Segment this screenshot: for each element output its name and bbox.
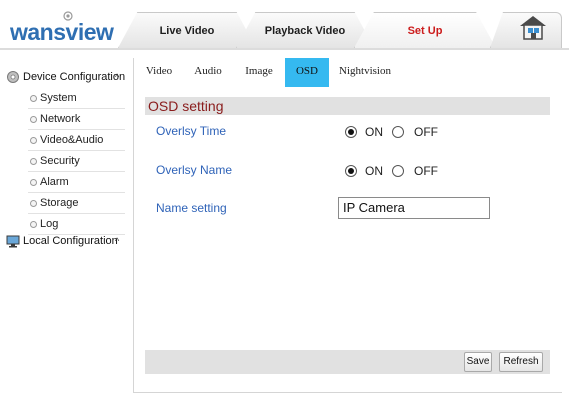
sidebar-item-storage[interactable]: Storage — [28, 193, 125, 214]
subtab-audio[interactable]: Audio — [188, 58, 228, 87]
sidebar-item-network[interactable]: Network — [28, 109, 125, 130]
bullet-icon — [30, 179, 37, 186]
sidebar-item-alarm[interactable]: Alarm — [28, 172, 125, 193]
bullet-icon — [30, 158, 37, 165]
sidebar: Device Configuration ^ System Network Vi… — [0, 60, 134, 401]
caret-up-icon[interactable]: ^ — [115, 230, 119, 252]
sidebar-item-label: Storage — [40, 197, 79, 209]
sidebar-group-label: Device Configuration — [23, 71, 126, 83]
overlay-time-label: Overlsy Time — [156, 124, 227, 138]
wansview-logo: wansview — [10, 9, 116, 45]
sidebar-item-label: Security — [40, 155, 80, 167]
home-icon[interactable] — [518, 13, 548, 41]
gear-icon — [6, 70, 20, 84]
bullet-icon — [30, 116, 37, 123]
subtab-nightvision[interactable]: Nightvision — [336, 58, 394, 87]
sidebar-item-system[interactable]: System — [28, 88, 125, 109]
settings-subtabs: Video Audio Image OSD Nightvision — [133, 58, 562, 87]
sidebar-item-video-audio[interactable]: Video&Audio — [28, 130, 125, 151]
sidebar-item-security[interactable]: Security — [28, 151, 125, 172]
sidebar-item-label: Video&Audio — [40, 134, 104, 146]
computer-icon — [6, 234, 20, 248]
sidebar-item-label: Network — [40, 113, 81, 125]
bullet-icon — [30, 200, 37, 207]
sidebar-item-label: Alarm — [40, 176, 69, 188]
bullet-icon — [30, 137, 37, 144]
sidebar-group-local-configuration[interactable]: Local Configuration ^ — [0, 230, 134, 252]
tab-playback-video[interactable]: Playback Video — [236, 12, 374, 48]
sidebar-group-label: Local Configuration — [23, 235, 118, 247]
tab-live-video[interactable]: Live Video — [118, 12, 256, 48]
overlay-name-on-radio[interactable] — [345, 165, 357, 177]
sidebar-item-label: System — [40, 92, 77, 104]
name-setting-input[interactable]: IP Camera — [338, 197, 490, 219]
name-setting-label: Name setting — [156, 201, 227, 215]
sidebar-group-device-configuration[interactable]: Device Configuration ^ — [0, 66, 134, 88]
overlay-name-off-label: OFF — [414, 164, 438, 178]
bullet-icon — [30, 221, 37, 228]
overlay-time-off-radio[interactable] — [392, 126, 404, 138]
subtab-image[interactable]: Image — [239, 58, 279, 87]
overlay-time-on-label: ON — [365, 125, 383, 139]
refresh-button[interactable]: Refresh — [499, 352, 543, 372]
top-header: wansview Live Video Playback Video Set U… — [0, 0, 569, 50]
header-divider — [0, 48, 569, 50]
subtab-video[interactable]: Video — [141, 58, 177, 87]
subtab-osd[interactable]: OSD — [285, 58, 329, 87]
caret-up-icon[interactable]: ^ — [115, 66, 119, 88]
save-button[interactable]: Save — [464, 352, 492, 372]
overlay-name-label: Overlsy Name — [156, 163, 233, 177]
tab-set-up[interactable]: Set Up — [354, 12, 496, 48]
overlay-name-off-radio[interactable] — [392, 165, 404, 177]
logo-text: wansview — [10, 19, 114, 45]
overlay-time-off-label: OFF — [414, 125, 438, 139]
overlay-time-on-radio[interactable] — [345, 126, 357, 138]
overlay-name-on-label: ON — [365, 164, 383, 178]
section-title: OSD setting — [148, 98, 224, 114]
bullet-icon — [30, 95, 37, 102]
